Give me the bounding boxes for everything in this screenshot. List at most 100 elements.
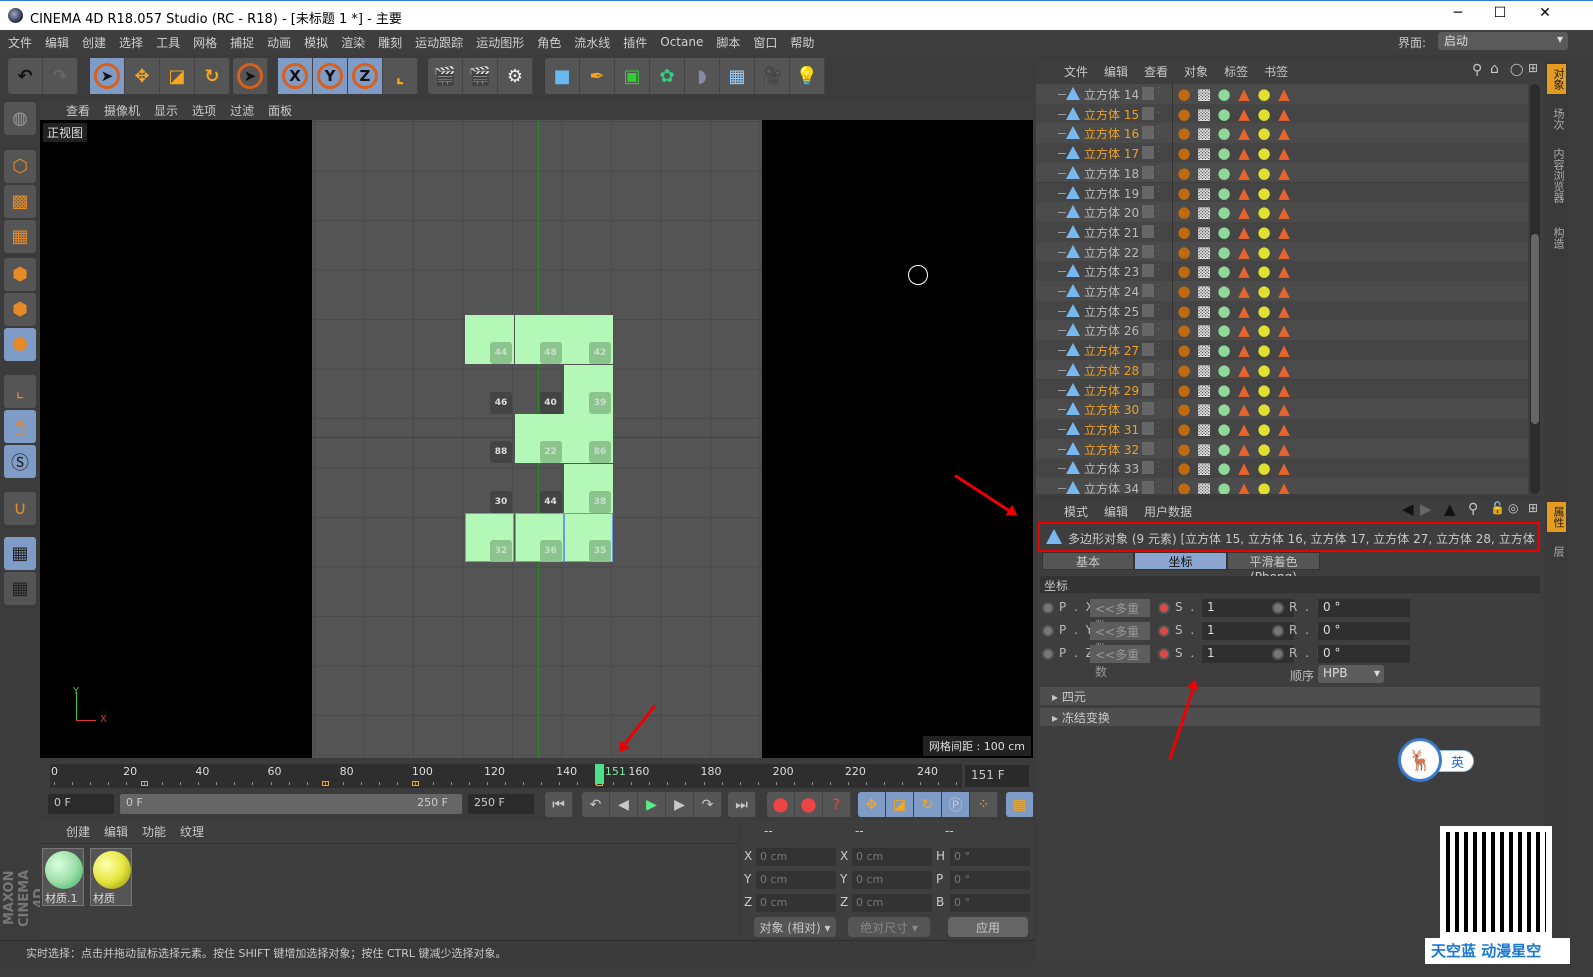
material-tag-yellow-icon[interactable]: ● [1256,302,1272,320]
material-tag-green-icon[interactable]: ● [1216,203,1232,221]
selection-tag-icon[interactable]: ▲ [1236,223,1252,241]
undo-button[interactable]: ↶ [8,58,43,94]
menu-item[interactable]: 网格 [193,34,217,51]
object-name[interactable]: 立方体 16 [1084,125,1139,142]
current-frame-field[interactable]: 151 F [965,765,1029,787]
coord-param-field[interactable]: <<多重数 [1090,622,1150,656]
object-name[interactable]: 立方体 27 [1084,342,1139,359]
target-icon[interactable]: ◎ [1508,501,1518,515]
right-tab[interactable]: 场次 [1547,104,1566,134]
render-dots-icon[interactable]: ⁚ [1157,86,1160,95]
uvw-tag-icon[interactable]: ▩ [1196,282,1212,300]
object-row[interactable]: 立方体 34 ⁚ ● ▩ ● ▲ ● ▲ [1036,478,1528,494]
visibility-toggle[interactable] [1142,106,1154,120]
render-dots-icon[interactable]: ⁚ [1157,204,1160,213]
selection-tag-icon[interactable]: ▲ [1236,361,1252,379]
material-tag-yellow-icon[interactable]: ● [1256,223,1272,241]
selection-tag-icon[interactable]: ▲ [1276,321,1292,339]
cloner-button[interactable]: ✿ [650,58,685,94]
selection-tag-icon[interactable]: ▲ [1276,262,1292,280]
visibility-toggle[interactable] [1142,303,1154,317]
phong-tag-icon[interactable]: ● [1176,184,1192,202]
close-button[interactable]: ✕ [1525,5,1565,27]
animation-radio[interactable] [1158,648,1170,660]
selection-tag-icon[interactable]: ▲ [1276,105,1292,123]
uvw-tag-icon[interactable]: ▩ [1196,85,1212,103]
object-menu-item[interactable]: 书签 [1264,63,1288,80]
coord-value-field[interactable]: 0 ° [950,848,1030,866]
coord-value-field[interactable]: 0 cm [756,894,836,912]
animation-radio[interactable] [1042,602,1054,614]
cube-button[interactable]: ■ [545,58,580,94]
cube-cell[interactable]: 46 [465,365,514,414]
deformer-button[interactable]: ◗ [685,58,720,94]
selection-tag-icon[interactable]: ▲ [1276,184,1292,202]
material-tag-yellow-icon[interactable]: ● [1256,184,1272,202]
previous-frame-button[interactable]: ◀ [610,792,638,817]
selection-tag-icon[interactable]: ▲ [1276,282,1292,300]
uvw-tag-icon[interactable]: ▩ [1196,164,1212,182]
object-row[interactable]: 立方体 26 ⁚ ● ▩ ● ▲ ● ▲ [1036,320,1528,341]
range-slider[interactable]: 0 F 250 F [120,794,462,814]
render-dots-icon[interactable]: ⁚ [1157,322,1160,331]
right-tab[interactable]: 内容浏览器 [1547,144,1566,207]
live-selection-button[interactable]: ➤ [90,58,125,94]
material-tag-yellow-icon[interactable]: ● [1256,400,1272,418]
object-name[interactable]: 立方体 20 [1084,204,1139,221]
phong-tag-icon[interactable]: ● [1176,420,1192,438]
start-frame-field[interactable]: 0 F [48,794,114,814]
object-menu-item[interactable]: 编辑 [1104,63,1128,80]
object-name[interactable]: 立方体 30 [1084,401,1139,418]
viewport-menu-item[interactable]: 选项 [192,102,216,119]
coord-size-dropdown[interactable]: 绝对尺寸 ▾ [848,917,930,937]
selection-tag-icon[interactable]: ▲ [1276,440,1292,458]
material-tag-yellow-icon[interactable]: ● [1256,85,1272,103]
new-panel-icon[interactable]: ⊞ [1528,501,1538,515]
material-tag-green-icon[interactable]: ● [1216,124,1232,142]
uvw-tag-icon[interactable]: ▩ [1196,243,1212,261]
object-menu-item[interactable]: 标签 [1224,63,1248,80]
material-tag-yellow-icon[interactable]: ● [1256,124,1272,142]
selection-tag-icon[interactable]: ▲ [1276,223,1292,241]
selection-tag-icon[interactable]: ▲ [1236,321,1252,339]
render-dots-icon[interactable]: ⁚ [1157,185,1160,194]
viewport-menu-item[interactable]: 显示 [154,102,178,119]
search-icon[interactable]: ⚲ [1472,62,1482,78]
selection-tag-icon[interactable]: ▲ [1276,361,1292,379]
go-to-end-button[interactable]: ⏭ [728,792,756,817]
order-dropdown[interactable]: HPB ▾ [1318,665,1384,683]
object-row[interactable]: 立方体 33 ⁚ ● ▩ ● ▲ ● ▲ [1036,458,1528,479]
move-button[interactable]: ✥ [125,58,160,94]
material-tag-green-icon[interactable]: ● [1216,302,1232,320]
object-name[interactable]: 立方体 29 [1084,382,1139,399]
material-tag-green-icon[interactable]: ● [1216,85,1232,103]
visibility-toggle[interactable] [1142,264,1154,278]
object-name[interactable]: 立方体 14 [1084,86,1139,103]
material-tag-yellow-icon[interactable]: ● [1256,479,1272,494]
x-axis-button[interactable]: X [278,58,313,94]
object-name[interactable]: 立方体 18 [1084,165,1139,182]
material-tag-yellow-icon[interactable]: ● [1256,164,1272,182]
object-row[interactable]: 立方体 23 ⁚ ● ▩ ● ▲ ● ▲ [1036,261,1528,282]
selection-tag-icon[interactable]: ▲ [1236,124,1252,142]
selection-tag-icon[interactable]: ▲ [1276,381,1292,399]
object-row[interactable]: 立方体 21 ⁚ ● ▩ ● ▲ ● ▲ [1036,221,1528,242]
selection-tag-icon[interactable]: ▲ [1236,262,1252,280]
selection-tag-icon[interactable]: ▲ [1276,479,1292,494]
eye-icon[interactable]: ◯ [1510,62,1523,76]
uvw-tag-icon[interactable]: ▩ [1196,459,1212,477]
animation-radio[interactable] [1272,625,1284,637]
uvw-tag-icon[interactable]: ▩ [1196,144,1212,162]
selection-tag-icon[interactable]: ▲ [1236,400,1252,418]
planar-workplane-button[interactable]: ▦ [4,572,36,605]
object-name[interactable]: 立方体 34 [1084,480,1139,494]
up-arrow-icon[interactable]: ▲ [1444,500,1456,518]
subdivision-button[interactable]: ▣ [615,58,650,94]
selection-tag-icon[interactable]: ▲ [1236,144,1252,162]
menu-item[interactable]: 运动图形 [476,34,524,51]
play-button[interactable]: ▶ [638,792,666,817]
coord-param-field[interactable]: 0 ° [1318,599,1410,617]
animation-radio[interactable] [1272,602,1284,614]
material-tag-green-icon[interactable]: ● [1216,361,1232,379]
render-dots-icon[interactable]: ⁚ [1157,224,1160,233]
